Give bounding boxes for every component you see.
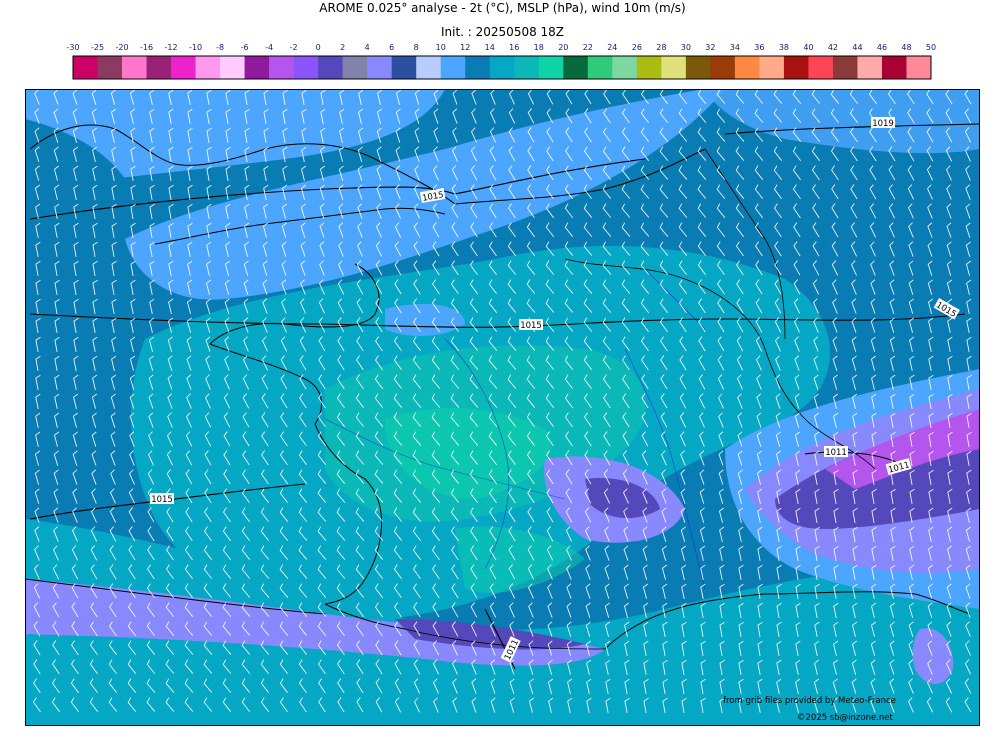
colorbar-tick-label: -8: [216, 43, 224, 52]
colorbar-swatch: [171, 56, 196, 79]
colorbar-tick-label: -20: [115, 43, 128, 52]
colorbar-tick-label: 16: [509, 43, 519, 52]
isobar-label: 1015: [520, 321, 542, 331]
colorbar-tick-label: 42: [828, 43, 838, 52]
colorbar-tick-label: -6: [241, 43, 249, 52]
colorbar-swatch: [440, 56, 466, 79]
colorbar-tick-label: 12: [460, 43, 470, 52]
colorbar-swatch: [759, 56, 785, 79]
colorbar-tick-label: -12: [165, 43, 178, 52]
colorbar-tick-label: 20: [558, 43, 568, 52]
colorbar-swatch: [857, 56, 883, 79]
colorbar-tick-label: 8: [414, 43, 419, 52]
temperature-colorbar: -30 -25 -20 -16 -12 -10 -8 -6 -4 -2 0 2 4 6 8 10 12 14 16 1…: [66, 43, 936, 80]
colorbar-tick-label: 40: [803, 43, 813, 52]
colorbar-swatch: [97, 56, 123, 79]
colorbar-tick-label: 22: [583, 43, 593, 52]
colorbar-swatch: [416, 56, 442, 79]
colorbar-tick-label: -10: [189, 43, 202, 52]
colorbar-swatch: [685, 56, 711, 79]
colorbar-tick-label: 32: [705, 43, 715, 52]
colorbar-tick-label: 0: [316, 43, 321, 52]
colorbar-tick-label: -16: [140, 43, 153, 52]
colorbar-tick-label: -25: [91, 43, 104, 52]
colorbar-tick-label: 2: [340, 43, 345, 52]
colorbar-swatch: [881, 56, 907, 79]
colorbar-swatch: [342, 56, 368, 79]
colorbar-tick-label: 36: [754, 43, 764, 52]
isobar-label: 1019: [872, 119, 894, 129]
colorbar-swatch: [636, 56, 662, 79]
colorbar-tick-label: 4: [365, 43, 370, 52]
colorbar-tick-label: 6: [389, 43, 394, 52]
colorbar-tick-label: -30: [66, 43, 79, 52]
colorbar-swatch: [514, 56, 540, 79]
colorbar-tick-label: 44: [852, 43, 862, 52]
colorbar-swatch: [195, 56, 221, 79]
colorbar-swatch: [293, 56, 319, 79]
colorbar-swatch: [269, 56, 294, 79]
data-source-credit: from grib files provided by Meteo-France: [723, 696, 896, 706]
colorbar-swatch: [734, 56, 760, 79]
colorbar-swatch: [563, 56, 589, 79]
colorbar-tick-label: 24: [607, 43, 617, 52]
colorbar-tick-label: 14: [485, 43, 495, 52]
colorbar-swatch: [367, 56, 392, 79]
colorbar-tick-label: 50: [926, 43, 936, 52]
colorbar-tick-label: -4: [265, 43, 273, 52]
colorbar-tick-label: 28: [656, 43, 666, 52]
colorbar-swatch: [244, 56, 270, 79]
colorbar-swatch: [832, 56, 858, 79]
copyright-credit: ©2025 sb@inzone.net: [797, 713, 893, 723]
colorbar-swatch: [146, 56, 172, 79]
colorbar-tick-label: 34: [730, 43, 740, 52]
colorbar-tick-label: 26: [632, 43, 642, 52]
colorbar-swatch: [465, 56, 491, 79]
isobar-label: 1011: [825, 448, 847, 458]
colorbar-tick-label: 46: [877, 43, 887, 52]
colorbar-swatch: [538, 56, 564, 79]
colorbar-swatch: [73, 56, 98, 79]
colorbar-swatch: [661, 56, 687, 79]
colorbar-swatch: [587, 56, 613, 79]
colorbar-swatch: [489, 56, 515, 79]
weather-map: 1019 1015 1015 1015 1015 1011 1011 1011: [25, 89, 980, 726]
colorbar-swatch: [906, 56, 932, 79]
colorbar-swatch: [122, 56, 147, 79]
colorbar-swatch: [710, 56, 736, 79]
colorbar-tick-label: 38: [779, 43, 789, 52]
colorbar-swatch: [391, 56, 417, 79]
colorbar-swatch: [783, 56, 809, 79]
colorbar-tick-label: 18: [534, 43, 544, 52]
colorbar-swatch: [808, 56, 834, 79]
isobar-label: 1015: [151, 495, 173, 505]
colorbar-tick-label: 30: [681, 43, 691, 52]
colorbar-tick-label: 10: [436, 43, 446, 52]
colorbar-tick-label: 48: [901, 43, 911, 52]
colorbar-swatch: [612, 56, 638, 79]
colorbar-swatch: [220, 56, 245, 79]
colorbar-tick-label: -2: [290, 43, 298, 52]
colorbar-swatch: [318, 56, 343, 79]
